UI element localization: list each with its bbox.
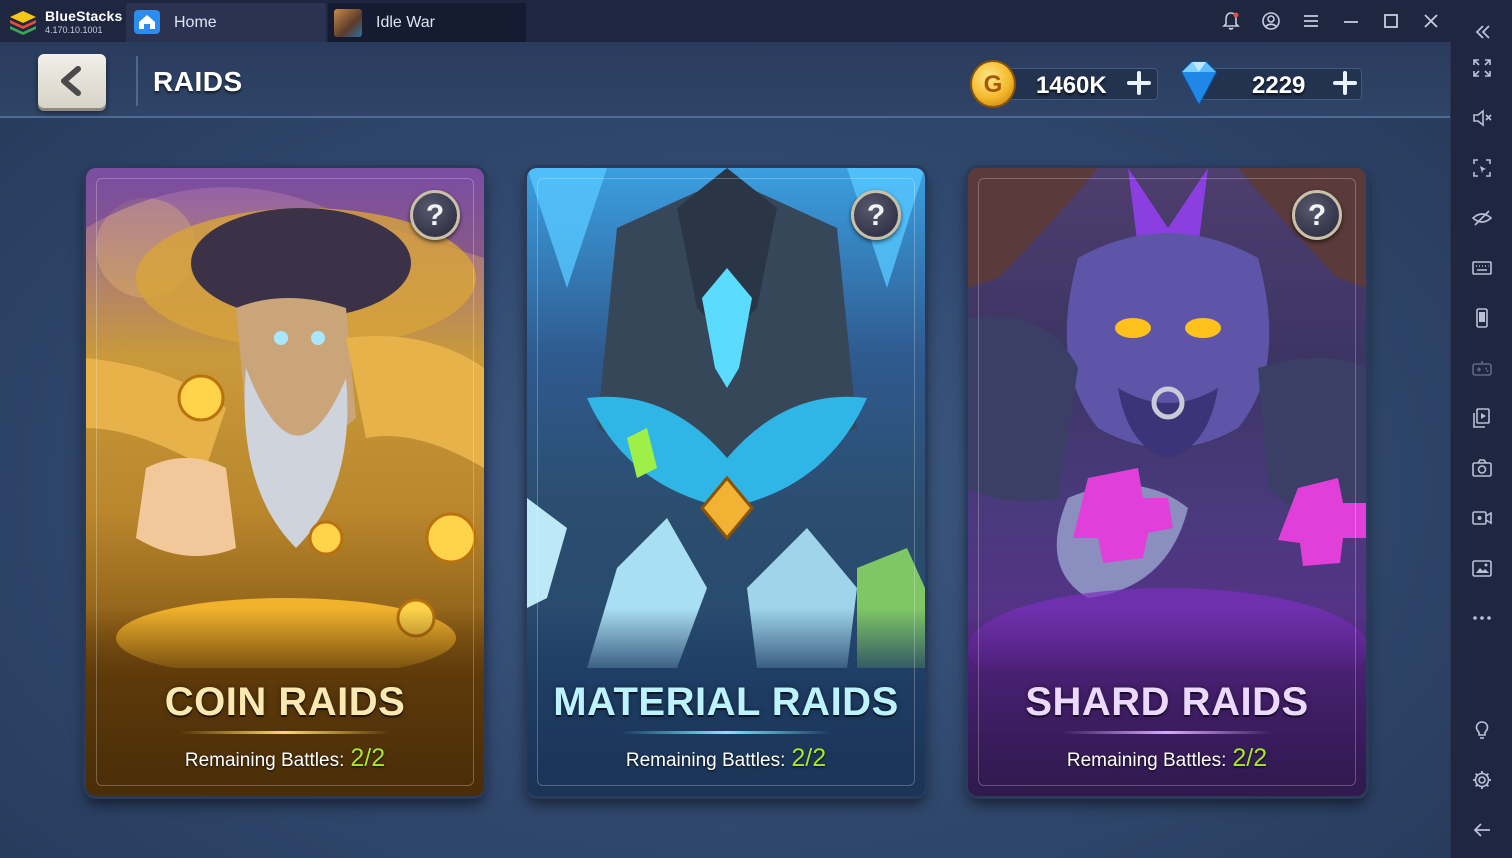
- brightness-icon[interactable]: [1470, 718, 1494, 742]
- more-icon[interactable]: [1470, 606, 1494, 630]
- add-gold-button[interactable]: [1126, 70, 1152, 96]
- gold-coin-icon: G: [970, 60, 1016, 108]
- tab-home-label: Home: [174, 14, 217, 31]
- tab-idle-war[interactable]: Idle War: [328, 3, 526, 42]
- header-divider: [136, 56, 138, 106]
- fullscreen-icon[interactable]: [1470, 56, 1494, 80]
- remaining-label: Remaining Battles:: [1066, 750, 1227, 771]
- back-button[interactable]: [38, 54, 106, 108]
- plus-icon: [1333, 71, 1357, 95]
- shard-raids-remaining: Remaining Battles: 2/2: [968, 744, 1366, 773]
- shard-raids-help-button[interactable]: ?: [1292, 190, 1342, 240]
- game-thumbnail-icon: [334, 9, 362, 37]
- maximize-icon[interactable]: [1380, 10, 1402, 32]
- coin-raids-remaining: Remaining Battles: 2/2: [86, 744, 484, 773]
- gold-amount: 1460K: [1036, 72, 1107, 99]
- coin-raids-card[interactable]: ? COIN RAIDS Remaining Battles: 2/2: [86, 168, 484, 796]
- gem-currency: 2229: [1172, 61, 1364, 107]
- page-title: RAIDS: [153, 66, 243, 97]
- shard-raids-art: [968, 168, 1366, 668]
- game-viewport: RAIDS G 1460K 2229 ? COIN RAIDS Remainin…: [0, 42, 1450, 858]
- title-divider: [621, 731, 831, 734]
- gamepad-icon[interactable]: [1470, 356, 1494, 380]
- app-brand: BlueStacks 4.170.10.1001: [8, 6, 126, 36]
- phone-rotate-icon[interactable]: [1470, 306, 1494, 330]
- title-divider: [180, 731, 390, 734]
- title-bar: BlueStacks 4.170.10.1001 Home Idle War: [0, 0, 1512, 42]
- remaining-count: 2/2: [350, 744, 386, 772]
- screen-select-icon[interactable]: [1470, 156, 1494, 180]
- raids-header: RAIDS G 1460K 2229: [0, 42, 1450, 118]
- title-divider: [1062, 731, 1272, 734]
- diamond-icon: [1180, 61, 1218, 107]
- volume-mute-icon[interactable]: [1470, 106, 1494, 130]
- question-mark-icon: ?: [866, 199, 886, 232]
- remaining-label: Remaining Battles:: [184, 750, 345, 771]
- media-manager-icon[interactable]: [1470, 556, 1494, 580]
- app-version: 4.170.10.1001: [45, 25, 103, 35]
- material-raids-help-button[interactable]: ?: [851, 190, 901, 240]
- question-mark-icon: ?: [425, 199, 445, 232]
- add-gems-button[interactable]: [1332, 70, 1358, 96]
- material-raids-art: [527, 168, 925, 668]
- remaining-label: Remaining Battles:: [625, 750, 786, 771]
- gem-amount: 2229: [1252, 72, 1306, 99]
- notification-bell-icon[interactable]: [1220, 10, 1242, 32]
- beast-illustration: [968, 168, 1366, 668]
- screenshot-icon[interactable]: [1470, 456, 1494, 480]
- remaining-count: 2/2: [791, 744, 827, 772]
- golem-illustration: [527, 168, 925, 668]
- home-icon: [134, 10, 160, 34]
- chevron-left-icon: [61, 66, 81, 96]
- plus-icon: [1127, 71, 1151, 95]
- gold-currency: G 1460K: [968, 60, 1160, 108]
- shard-raids-card[interactable]: ? SHARD RAIDS Remaining Battles: 2/2: [968, 168, 1366, 796]
- coin-raids-title: COIN RAIDS: [164, 680, 406, 724]
- material-raids-card[interactable]: ? MATERIAL RAIDS Remaining Battles: 2/2: [527, 168, 925, 796]
- gold-coin-letter: G: [983, 71, 1003, 98]
- record-video-icon[interactable]: [1470, 506, 1494, 530]
- close-icon[interactable]: [1420, 10, 1442, 32]
- multi-instance-icon[interactable]: [1470, 406, 1494, 430]
- remaining-count: 2/2: [1232, 744, 1268, 772]
- coin-raids-help-button[interactable]: ?: [410, 190, 460, 240]
- collapse-sidebar-icon[interactable]: [1470, 20, 1494, 44]
- coin-raids-art: [86, 168, 484, 668]
- shard-raids-title: SHARD RAIDS: [1025, 680, 1309, 724]
- menu-icon[interactable]: [1300, 10, 1322, 32]
- side-toolbar: [1450, 25, 1512, 858]
- minimize-icon[interactable]: [1340, 10, 1362, 32]
- tab-idle-war-label: Idle War: [376, 14, 435, 31]
- material-raids-title: MATERIAL RAIDS: [553, 680, 899, 724]
- app-name: BlueStacks: [45, 8, 123, 24]
- bluestacks-logo-icon: [10, 11, 36, 35]
- keyboard-icon[interactable]: [1470, 256, 1494, 280]
- account-icon[interactable]: [1260, 10, 1282, 32]
- wizard-illustration: [86, 168, 484, 668]
- hide-icon[interactable]: [1470, 206, 1494, 230]
- material-raids-remaining: Remaining Battles: 2/2: [527, 744, 925, 773]
- tab-home[interactable]: Home: [126, 3, 326, 42]
- settings-icon[interactable]: [1470, 768, 1494, 792]
- question-mark-icon: ?: [1307, 199, 1327, 232]
- back-arrow-icon[interactable]: [1470, 818, 1494, 842]
